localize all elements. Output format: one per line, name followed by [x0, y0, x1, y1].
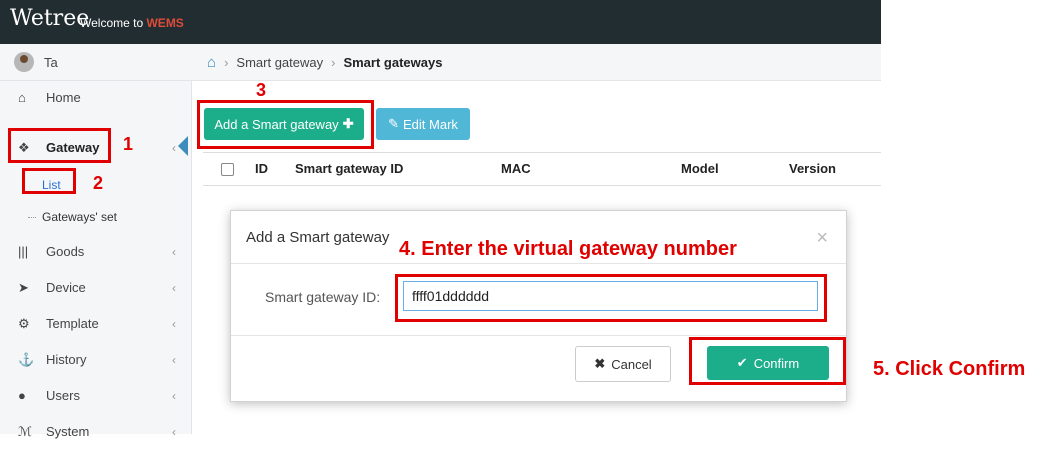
chevron-right-icon: ›	[224, 55, 229, 70]
chevron-left-icon: ‹	[172, 141, 176, 155]
sidebar-item-label: History	[46, 352, 87, 367]
breadcrumb-level1[interactable]: Smart gateway	[236, 55, 323, 70]
sidebar-item-label: Template	[46, 316, 99, 331]
gears-icon: ⚙	[18, 316, 30, 331]
chevron-left-icon: ‹	[172, 425, 176, 439]
annotation-step-2: 2	[93, 173, 104, 193]
cancel-button[interactable]: ✖ Cancel	[575, 346, 671, 382]
cancel-label: Cancel	[611, 356, 652, 372]
close-icon[interactable]: ×	[816, 227, 828, 250]
sidebar-item-system[interactable]: ℳ System ‹	[0, 414, 190, 450]
sidebar-item-label: System	[46, 424, 90, 439]
sidebar-item-label: Device	[46, 280, 86, 295]
sidebar-item-history[interactable]: ⚓ History ‹	[0, 342, 190, 378]
anchor-icon: ⚓	[18, 352, 35, 367]
top-bar: Wetree Welcome to WEMS	[0, 0, 881, 44]
sidebar-item-template[interactable]: ⚙ Template ‹	[0, 306, 190, 342]
chevron-left-icon: ‹	[172, 389, 176, 403]
column-header[interactable]: Smart gateway ID	[295, 161, 403, 176]
chevron-right-icon: ›	[331, 55, 336, 70]
highlight-list	[22, 168, 76, 194]
barcode-icon: |||	[18, 244, 29, 259]
device-icon: ➤	[18, 280, 29, 295]
brand-name: WEMS	[146, 16, 184, 30]
column-header[interactable]: MAC	[501, 161, 531, 176]
sidebar-item-label: Goods	[46, 244, 85, 259]
user-panel: Ta	[0, 44, 191, 81]
breadcrumb-bar: ⌂ › Smart gateway › Smart gateways	[191, 44, 881, 81]
column-header[interactable]: Model	[681, 161, 719, 176]
annotation-step-3: 3	[256, 80, 267, 100]
avatar	[14, 52, 34, 72]
user-icon: ●	[18, 388, 26, 403]
column-header[interactable]: ID	[255, 161, 268, 176]
subitem-label: Gateways' set	[42, 210, 117, 224]
system-icon: ℳ	[18, 424, 32, 439]
chevron-left-icon: ‹	[172, 245, 176, 259]
highlight-confirm-button	[689, 337, 846, 385]
welcome-label: Welcome to	[80, 16, 144, 30]
user-name: Ta	[44, 55, 58, 70]
annotation-step-5: 5. Click Confirm	[873, 358, 1026, 380]
annotation-step-4: 4. Enter the virtual gateway number	[399, 238, 737, 260]
highlight-gateway	[8, 128, 111, 163]
home-icon[interactable]: ⌂	[207, 54, 216, 71]
sidebar-item-label: Home	[46, 90, 81, 105]
breadcrumb: ⌂ › Smart gateway › Smart gateways	[207, 54, 442, 71]
chevron-left-icon: ‹	[172, 281, 176, 295]
highlight-add-button	[197, 100, 374, 149]
sidebar-item-label: Users	[46, 388, 80, 403]
sidebar-item-device[interactable]: ➤ Device ‹	[0, 270, 190, 306]
column-header[interactable]: Version	[789, 161, 836, 176]
pencil-icon: ✎	[388, 116, 399, 131]
sidebar-item-goods[interactable]: ||| Goods ‹	[0, 234, 190, 270]
active-indicator	[178, 136, 188, 156]
sidebar-item-users[interactable]: ● Users ‹	[0, 378, 190, 414]
close-icon: ✖	[594, 356, 606, 371]
highlight-gateway-input	[395, 274, 827, 322]
welcome-text: Welcome to WEMS	[80, 16, 184, 30]
sidebar-subitem-gateways-set[interactable]: Gateways' set	[0, 200, 190, 234]
edit-mark-button[interactable]: ✎ Edit Mark	[376, 108, 470, 140]
breadcrumb-current: Smart gateways	[343, 55, 443, 70]
annotation-step-1: 1	[123, 134, 134, 154]
home-icon: ⌂	[18, 90, 26, 105]
table-header: ID Smart gateway ID MAC Model Version	[203, 152, 881, 186]
dialog-title: Add a Smart gateway	[246, 229, 390, 246]
sidebar-item-home[interactable]: ⌂ Home	[0, 80, 190, 116]
gateway-id-label: Smart gateway ID:	[265, 289, 381, 305]
edit-button-label: Edit Mark	[403, 116, 458, 132]
select-all-checkbox[interactable]	[221, 163, 234, 176]
app-logo: Wetree	[10, 6, 90, 31]
chevron-left-icon: ‹	[172, 317, 176, 331]
chevron-left-icon: ‹	[172, 353, 176, 367]
